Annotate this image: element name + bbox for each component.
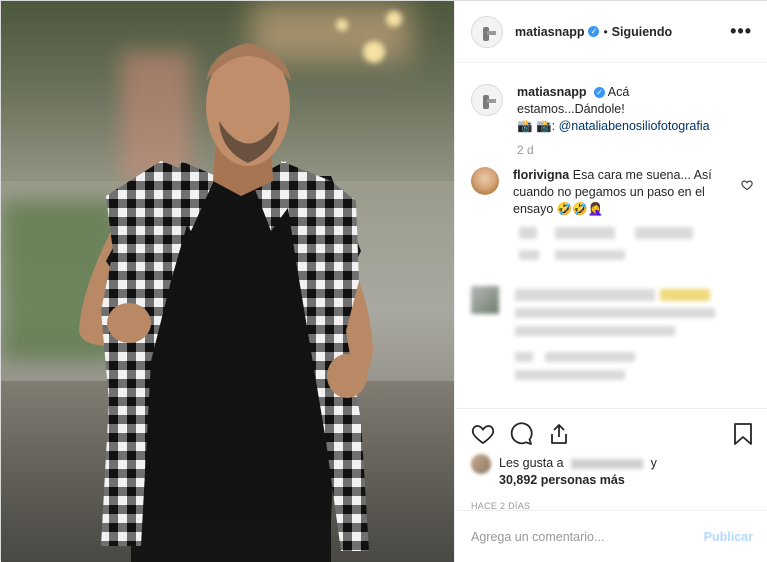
avatar[interactable]	[471, 15, 503, 48]
post-header: matiasnapp ✓ • Siguiendo •••	[455, 1, 767, 63]
blurred-comment	[555, 250, 625, 260]
blurred-comment	[555, 227, 615, 239]
blurred-comment	[515, 326, 675, 336]
comments-section: matiasnapp ✓ Acá estamos...Dándole! 📸 📸:…	[455, 64, 767, 408]
blurred-comment	[515, 370, 625, 380]
blurred-comment	[515, 308, 715, 318]
add-comment-bar: Publicar	[455, 510, 767, 562]
caption-username[interactable]: matiasnapp	[517, 85, 586, 99]
comment-input[interactable]	[471, 529, 704, 544]
likes-conjunction: y	[650, 456, 657, 470]
bookmark-icon[interactable]	[733, 422, 753, 446]
likes-text: Les gusta a y 30,892 personas más	[499, 455, 657, 489]
avatar[interactable]	[471, 167, 499, 195]
avatar	[471, 286, 499, 314]
likes-prefix: Les gusta a	[499, 456, 564, 470]
comment-icon[interactable]	[509, 422, 533, 446]
blurred-comment	[635, 227, 693, 239]
avatar-figure	[487, 99, 496, 103]
likes-summary: Les gusta a y 30,892 personas más	[471, 454, 753, 489]
blurred-username	[571, 458, 644, 469]
blurred-comment	[515, 352, 533, 362]
post-actions: Les gusta a y 30,892 personas más HACE 2…	[455, 408, 767, 511]
more-icon[interactable]: •••	[730, 21, 752, 42]
post-frame: matiasnapp ✓ • Siguiendo ••• matiasnapp …	[0, 0, 767, 562]
publish-button[interactable]: Publicar	[704, 530, 753, 544]
post-side-panel: matiasnapp ✓ • Siguiendo ••• matiasnapp …	[454, 1, 767, 562]
blurred-comment	[519, 227, 537, 239]
person-figure	[79, 43, 373, 562]
verified-icon: ✓	[588, 26, 600, 37]
comment-text: florivigna Esa cara me suena... Así cuan…	[513, 167, 733, 218]
caption-time[interactable]: 2 d	[517, 143, 753, 157]
likes-count[interactable]: 30,892 personas más	[499, 473, 625, 487]
verified-icon: ✓	[593, 87, 605, 99]
blurred-comment	[519, 250, 539, 260]
caption-text: matiasnapp ✓ Acá estamos...Dándole! 📸 📸:…	[517, 84, 737, 135]
blurred-comment	[660, 289, 710, 301]
comment-like-icon[interactable]	[741, 179, 753, 191]
action-icons	[471, 419, 753, 449]
post-photo[interactable]	[1, 1, 454, 562]
share-icon[interactable]	[547, 422, 571, 446]
avatar-figure	[487, 30, 496, 35]
heart-icon[interactable]	[471, 422, 495, 446]
comment: florivigna Esa cara me suena... Así cuan…	[471, 167, 753, 218]
avatar	[471, 454, 491, 474]
header-separator: •	[603, 24, 608, 39]
caption-credit-prefix: 📸 📸:	[517, 119, 556, 133]
comment-username[interactable]: florivigna	[513, 168, 569, 182]
following-button[interactable]: Siguiendo	[612, 25, 672, 39]
blurred-comment	[515, 289, 655, 301]
caption-credit-link[interactable]: @nataliabenosiliofotografia	[559, 119, 710, 133]
header-username[interactable]: matiasnapp	[515, 25, 584, 39]
caption: matiasnapp ✓ Acá estamos...Dándole! 📸 📸:…	[471, 84, 753, 135]
blurred-comment	[545, 352, 635, 362]
avatar[interactable]	[471, 84, 503, 116]
